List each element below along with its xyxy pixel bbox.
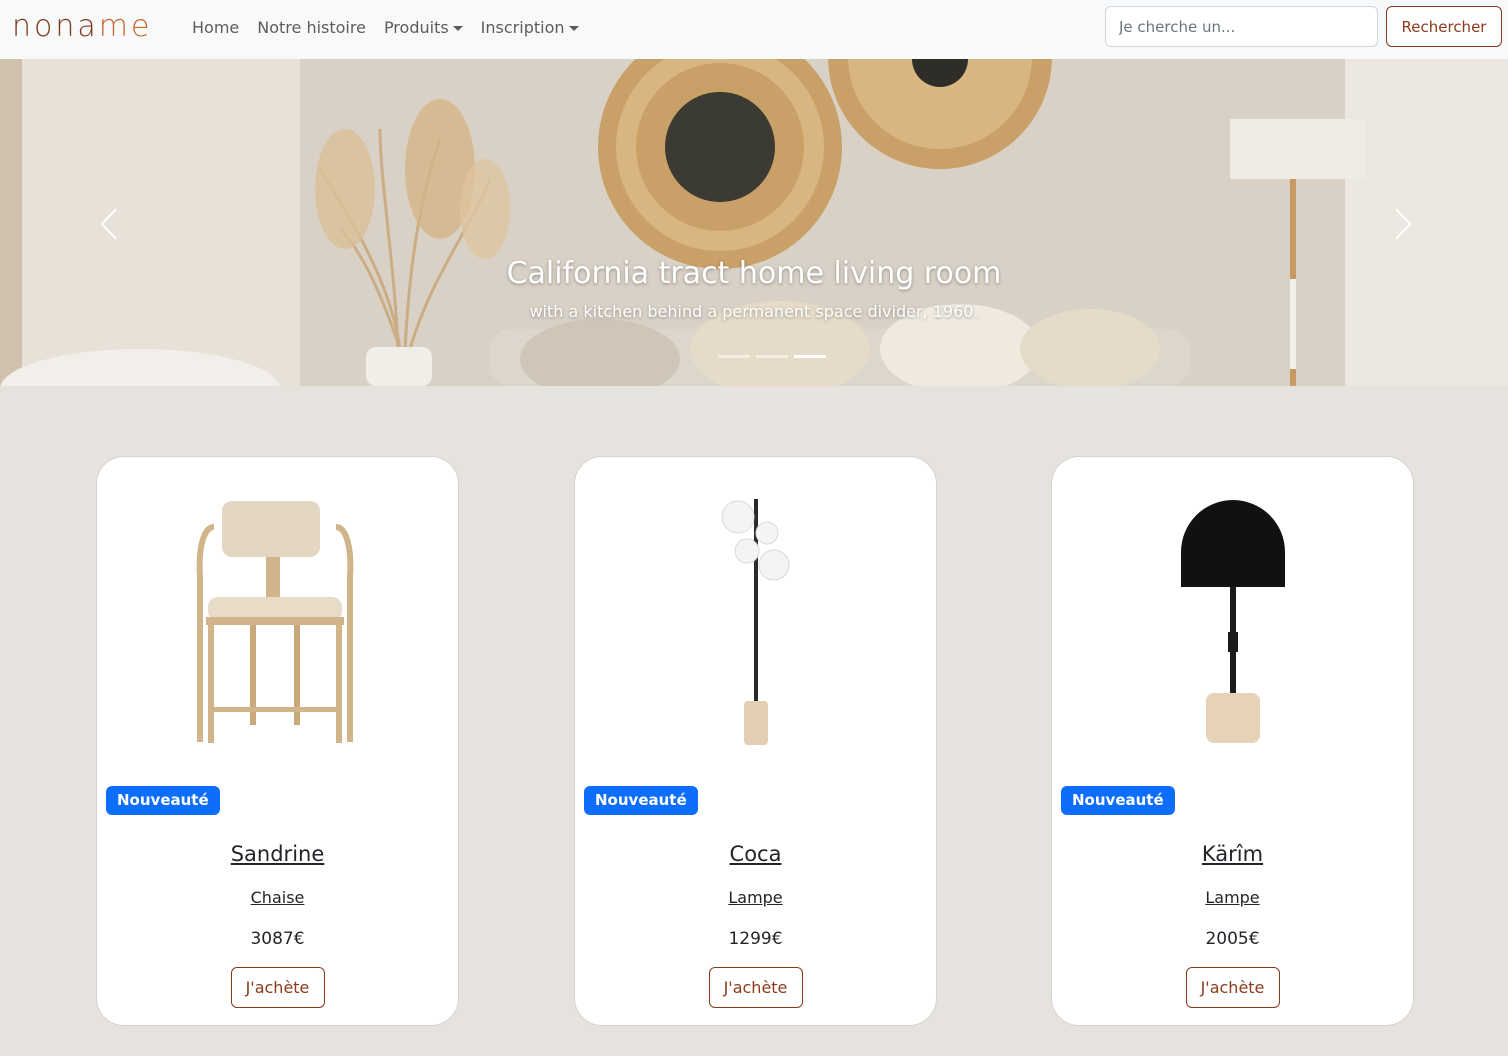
product-price: 1299€ [728, 929, 783, 949]
chevron-left-icon [100, 208, 117, 240]
product-category-link[interactable]: Chaise [97, 887, 458, 909]
carousel-prev-button[interactable] [96, 207, 126, 241]
product-category-link[interactable]: Lampe [1052, 887, 1413, 909]
floor-lamp-image [721, 499, 789, 745]
buy-button[interactable]: J'achète [708, 967, 803, 1008]
hero-subtitle: with a kitchen behind a permanent space … [529, 302, 979, 321]
carousel-indicator-active[interactable] [794, 355, 826, 358]
brand-part-2: me [98, 9, 153, 44]
buy-button[interactable]: J'achète [230, 967, 325, 1008]
product-card: Nouveauté Coca Lampe 1299€ J'achète [574, 456, 937, 1026]
brand-part-1: nona [12, 9, 99, 44]
caret-down-icon [568, 25, 579, 31]
buy-button[interactable]: J'achète [1185, 967, 1280, 1008]
chevron-right-icon [1395, 208, 1412, 240]
carousel-indicators [718, 355, 826, 358]
product-category-link[interactable]: Lampe [575, 887, 936, 909]
chair-image [196, 501, 353, 743]
search-input[interactable] [1105, 6, 1378, 47]
new-badge: Nouveauté [106, 786, 220, 815]
product-image[interactable] [97, 457, 458, 757]
brand-logo[interactable]: noname [12, 9, 152, 45]
product-name-link[interactable]: Coca [575, 840, 936, 868]
product-name-link[interactable]: Kärîm [1052, 840, 1413, 868]
search-button[interactable]: Rechercher [1386, 6, 1502, 47]
hero-image [0, 59, 1508, 386]
product-price: 3087€ [250, 929, 305, 949]
product-card: Nouveauté Sandrine Chaise 3087€ J'achète [96, 456, 459, 1026]
nav-home-link[interactable]: Home [192, 17, 239, 39]
carousel-next-button[interactable] [1386, 207, 1416, 241]
carousel-indicator[interactable] [718, 355, 750, 358]
nav-history-link[interactable]: Notre histoire [257, 17, 366, 39]
product-image[interactable] [575, 457, 936, 757]
new-badge: Nouveauté [1061, 786, 1175, 815]
hero-carousel: California tract home living room with a… [0, 59, 1508, 386]
new-badge: Nouveauté [584, 786, 698, 815]
nav-products-label: Produits [383, 18, 449, 37]
product-image[interactable] [1052, 457, 1413, 757]
nav-links: Home Notre histoire Produits Inscription [192, 17, 597, 39]
product-price: 2005€ [1205, 929, 1260, 949]
product-card: Nouveauté Kärîm Lampe 2005€ J'achète [1051, 456, 1414, 1026]
product-name-link[interactable]: Sandrine [97, 840, 458, 868]
hero-title: California tract home living room [506, 256, 1002, 291]
caret-down-icon [452, 25, 463, 31]
nav-products-dropdown[interactable]: Produits [384, 17, 463, 39]
nav-signup-dropdown[interactable]: Inscription [481, 17, 579, 39]
navbar: noname Home Notre histoire Produits Insc… [0, 0, 1508, 59]
table-lamp-image [1180, 500, 1285, 743]
carousel-indicator[interactable] [756, 355, 788, 358]
nav-signup-label: Inscription [480, 18, 565, 37]
